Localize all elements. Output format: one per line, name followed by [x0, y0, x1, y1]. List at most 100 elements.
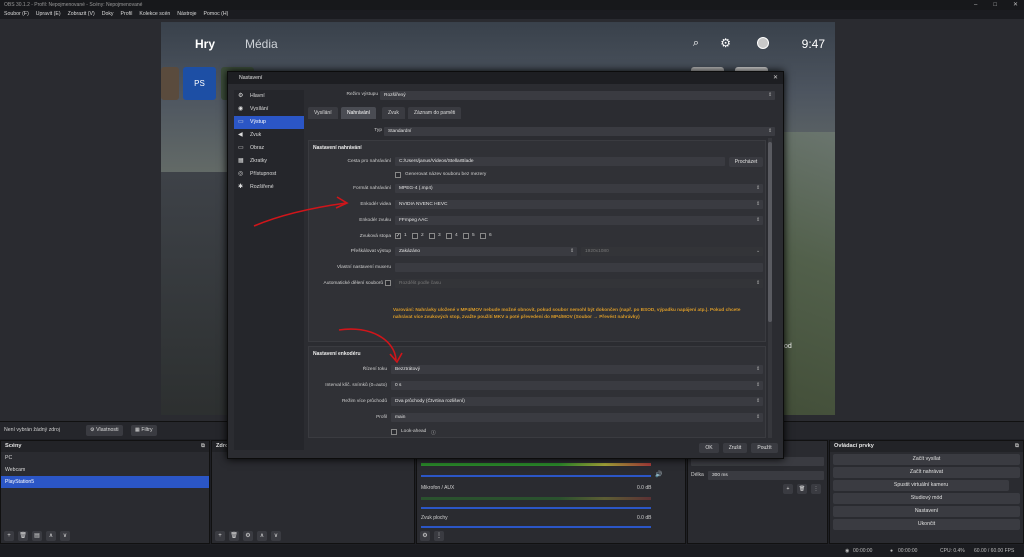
settings-scrollbar[interactable] [768, 138, 772, 438]
track-checkbox[interactable] [463, 233, 469, 239]
menu-help[interactable]: Pomoc (H) [204, 10, 229, 19]
type-select[interactable]: Standardní ⇕ [384, 127, 775, 136]
format-select[interactable]: MPEG-4 (.mp4) ⇕ [395, 184, 763, 193]
apply-button[interactable]: Použít [751, 443, 778, 453]
menu-view[interactable]: Zobrazit (V) [68, 10, 95, 19]
studio-mode-button[interactable]: Studiový mód [833, 493, 1020, 504]
sidebar-item-1[interactable]: ◉ Vysílání [234, 103, 304, 116]
scene-filters-button[interactable]: ▤ [32, 531, 42, 541]
menu-scene-collection[interactable]: Kolekce scén [139, 10, 170, 19]
move-up-button[interactable]: ∧ [257, 531, 267, 541]
tab-streaming[interactable]: Vysílání [308, 107, 338, 119]
scene-item[interactable]: Webcam [1, 464, 209, 476]
path-label: Cesta pro nahrávání [347, 159, 391, 164]
auto-split-select[interactable]: Rozdělit podle času ⇕ [395, 279, 763, 288]
sidebar-item-6[interactable]: ◎ Přístupnost [234, 168, 304, 181]
profile-select[interactable]: main ⇕ [391, 413, 763, 422]
scene-item[interactable]: PlayStation5 [1, 476, 209, 488]
add-scene-button[interactable]: + [4, 531, 14, 541]
sidebar-item-7[interactable]: ✱ Rozšířené [234, 181, 304, 194]
multipass-select[interactable]: Dva průchody (Čtvrtina rozlišení) ⇕ [391, 397, 763, 406]
playstation-store-tile: PS [183, 67, 216, 100]
settings-button[interactable]: Nastavení [833, 506, 1020, 517]
remove-source-button[interactable]: 🗑 [229, 531, 239, 541]
cancel-button[interactable]: Zrušit [723, 443, 747, 453]
speaker-icon: ◀ [238, 132, 243, 138]
menu-file[interactable]: Soubor (F) [4, 10, 29, 19]
custom-muxer-input[interactable] [395, 263, 763, 272]
format-label: Formát nahrávání [353, 186, 391, 191]
duration-field[interactable]: 300 ms [708, 471, 824, 480]
output-mode-select[interactable]: Rozšířený ⇕ [380, 91, 775, 100]
menu-tools[interactable]: Nástroje [177, 10, 196, 19]
auto-split-checkbox[interactable] [385, 280, 391, 286]
recording-path-value: C:/Users/janus/Videos/StellarBlade [399, 159, 474, 164]
sidebar-item-4[interactable]: ▭ Obraz [234, 142, 304, 155]
dock-undock-icon[interactable]: ⧉ [1015, 441, 1019, 452]
close-icon[interactable]: ✕ [773, 72, 778, 84]
move-down-button[interactable]: ∨ [60, 531, 70, 541]
minimize-button[interactable]: – [974, 0, 977, 10]
add-source-button[interactable]: + [215, 531, 225, 541]
rescale-select[interactable]: Zakázáno ⇕ [395, 247, 577, 256]
sidebar-item-3[interactable]: ◀ Zvuk [234, 129, 304, 142]
scene-item[interactable]: PC [1, 452, 209, 464]
filters-button[interactable]: ▦ Filtry [131, 425, 157, 436]
start-recording-button[interactable]: Začít nahrávat [833, 467, 1020, 478]
audio-encoder-select[interactable]: FFmpeg AAC ⇕ [395, 216, 763, 225]
volume-slider[interactable] [421, 526, 651, 528]
tab-audio[interactable]: Zvuk [382, 107, 405, 119]
help-icon[interactable]: ⓘ [431, 429, 436, 436]
remove-transition-button[interactable]: 🗑 [797, 484, 807, 494]
speaker-icon[interactable]: 🔊 [655, 471, 662, 478]
track-label: 4 [455, 233, 458, 238]
volume-slider[interactable] [421, 475, 651, 477]
sidebar-item-2[interactable]: ▭ Výstup [234, 116, 304, 129]
sidebar-item-0[interactable]: ⚙ Hlavní [234, 90, 304, 103]
remove-scene-button[interactable]: 🗑 [18, 531, 28, 541]
source-settings-button[interactable]: ⚙ [243, 531, 253, 541]
scrollbar-thumb[interactable] [768, 142, 772, 322]
track-checkbox[interactable] [480, 233, 486, 239]
track-checkbox[interactable] [446, 233, 452, 239]
keyint-spinbox[interactable]: 0 s ⇕ [391, 381, 763, 390]
recording-path-input[interactable]: C:/Users/janus/Videos/StellarBlade [395, 157, 725, 166]
mixer-settings-button[interactable]: ⚙ [420, 531, 430, 541]
recording-settings-section: Nastavení nahrávání Cesta pro nahrávání … [308, 140, 766, 342]
profile-label: Profil [376, 415, 387, 420]
dock-undock-icon[interactable]: ⧉ [201, 441, 205, 452]
lookahead-checkbox[interactable] [391, 429, 397, 435]
exit-button[interactable]: Ukončit [833, 519, 1020, 530]
move-down-button[interactable]: ∨ [271, 531, 281, 541]
chevron-updown-icon: ⇕ [755, 367, 760, 372]
type-label: Typ [374, 128, 382, 133]
maximize-button[interactable]: □ [993, 0, 997, 10]
track-label: 1 [404, 233, 407, 238]
track-checkbox[interactable]: ✓ [395, 233, 401, 239]
menu-profile[interactable]: Profil [121, 10, 133, 19]
video-encoder-value: NVIDIA NVENC HEVC [399, 202, 448, 207]
track-checkbox[interactable] [412, 233, 418, 239]
transition-menu-button[interactable]: ⋮ [811, 484, 821, 494]
track-checkbox[interactable] [429, 233, 435, 239]
properties-button[interactable]: ⚙ Vlastnosti [86, 425, 123, 436]
add-transition-button[interactable]: + [783, 484, 793, 494]
mixer-menu-button[interactable]: ⋮ [434, 531, 444, 541]
start-streaming-button[interactable]: Začít vysílat [833, 454, 1020, 465]
no-space-checkbox[interactable] [395, 172, 401, 178]
volume-slider[interactable] [421, 507, 651, 509]
close-window-button[interactable]: ✕ [1013, 0, 1018, 10]
rescale-resolution-select[interactable]: 1920x1080 ⌄ [581, 247, 763, 256]
start-virtual-camera-button[interactable]: Spustit virtuální kameru [833, 480, 1009, 491]
rate-control-select[interactable]: Bezztrátový ⇕ [391, 365, 763, 374]
menu-docks[interactable]: Doky [102, 10, 114, 19]
tab-replay-buffer[interactable]: Záznam do paměti [408, 107, 462, 119]
video-encoder-select[interactable]: NVIDIA NVENC HEVC ⇕ [395, 200, 763, 209]
browse-button[interactable]: Procházet [729, 157, 763, 167]
move-up-button[interactable]: ∧ [46, 531, 56, 541]
sidebar-item-5[interactable]: ▦ Zkratky [234, 155, 304, 168]
scenes-title: Scény ⧉ [1, 441, 209, 452]
tab-recording[interactable]: Nahrávání [341, 107, 377, 119]
menu-edit[interactable]: Upravit (E) [36, 10, 61, 19]
ok-button[interactable]: OK [699, 443, 719, 453]
